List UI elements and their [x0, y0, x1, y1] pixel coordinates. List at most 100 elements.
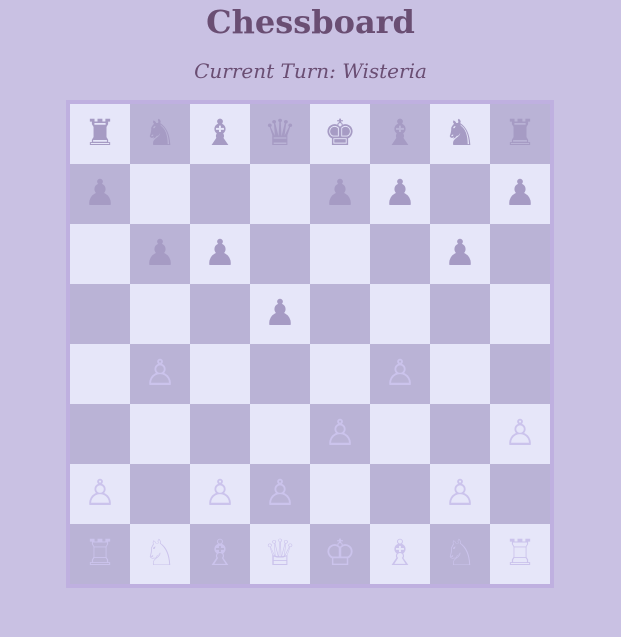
square-b5[interactable] [130, 284, 190, 344]
square-b7[interactable] [130, 164, 190, 224]
square-g1[interactable]: ♘ [430, 524, 490, 584]
square-e7[interactable]: ♟ [310, 164, 370, 224]
square-d5[interactable]: ♟ [250, 284, 310, 344]
square-d3[interactable] [250, 404, 310, 464]
square-g3[interactable] [430, 404, 490, 464]
square-h3[interactable]: ♙ [490, 404, 550, 464]
square-d8[interactable]: ♛ [250, 104, 310, 164]
white-rook-piece[interactable]: ♖ [504, 524, 536, 584]
black-pawn-piece[interactable]: ♟ [384, 164, 416, 224]
square-a8[interactable]: ♜ [70, 104, 130, 164]
white-knight-piece[interactable]: ♘ [444, 524, 476, 584]
white-bishop-piece[interactable]: ♗ [384, 524, 416, 584]
square-e1[interactable]: ♔ [310, 524, 370, 584]
square-f4[interactable]: ♙ [370, 344, 430, 404]
square-a4[interactable] [70, 344, 130, 404]
current-turn-indicator: Current Turn: Wisteria [194, 59, 427, 83]
square-b8[interactable]: ♞ [130, 104, 190, 164]
square-a7[interactable]: ♟ [70, 164, 130, 224]
white-pawn-piece[interactable]: ♙ [504, 404, 536, 464]
black-rook-piece[interactable]: ♜ [84, 104, 116, 164]
square-f3[interactable] [370, 404, 430, 464]
square-d7[interactable] [250, 164, 310, 224]
square-d6[interactable] [250, 224, 310, 284]
square-c6[interactable]: ♟ [190, 224, 250, 284]
square-b3[interactable] [130, 404, 190, 464]
square-a1[interactable]: ♖ [70, 524, 130, 584]
square-h5[interactable] [490, 284, 550, 344]
white-rook-piece[interactable]: ♖ [84, 524, 116, 584]
white-pawn-piece[interactable]: ♙ [84, 464, 116, 524]
square-g2[interactable]: ♙ [430, 464, 490, 524]
white-pawn-piece[interactable]: ♙ [384, 344, 416, 404]
black-pawn-piece[interactable]: ♟ [84, 164, 116, 224]
square-h8[interactable]: ♜ [490, 104, 550, 164]
black-pawn-piece[interactable]: ♟ [504, 164, 536, 224]
square-e4[interactable] [310, 344, 370, 404]
chessboard-frame: ♜ ♞ ♝ ♛ ♚ ♝ ♞ ♜ ♟ ♟ ♟ ♟ ♟ ♟ ♟ ♟ ♙ ♙ ♙ ♙ ♙ ♙ ♙ ♙ ♖ ♘ ♗ ♕ ♔ ♗ ♘ ♖ [66, 100, 554, 588]
black-king-piece[interactable]: ♚ [324, 104, 356, 164]
square-a2[interactable]: ♙ [70, 464, 130, 524]
black-pawn-piece[interactable]: ♟ [444, 224, 476, 284]
square-e8[interactable]: ♚ [310, 104, 370, 164]
square-b4[interactable]: ♙ [130, 344, 190, 404]
square-h2[interactable] [490, 464, 550, 524]
square-b2[interactable] [130, 464, 190, 524]
chessboard: ♜ ♞ ♝ ♛ ♚ ♝ ♞ ♜ ♟ ♟ ♟ ♟ ♟ ♟ ♟ ♟ ♙ ♙ ♙ ♙ ♙ ♙ ♙ ♙ ♖ ♘ ♗ ♕ ♔ ♗ ♘ ♖ [70, 104, 550, 584]
black-pawn-piece[interactable]: ♟ [264, 284, 296, 344]
square-c5[interactable] [190, 284, 250, 344]
black-queen-piece[interactable]: ♛ [264, 104, 296, 164]
square-e5[interactable] [310, 284, 370, 344]
white-king-piece[interactable]: ♔ [324, 524, 356, 584]
square-d4[interactable] [250, 344, 310, 404]
white-pawn-piece[interactable]: ♙ [144, 344, 176, 404]
square-c1[interactable]: ♗ [190, 524, 250, 584]
white-knight-piece[interactable]: ♘ [144, 524, 176, 584]
black-pawn-piece[interactable]: ♟ [144, 224, 176, 284]
square-h1[interactable]: ♖ [490, 524, 550, 584]
white-pawn-piece[interactable]: ♙ [444, 464, 476, 524]
white-pawn-piece[interactable]: ♙ [264, 464, 296, 524]
square-c8[interactable]: ♝ [190, 104, 250, 164]
square-e6[interactable] [310, 224, 370, 284]
black-knight-piece[interactable]: ♞ [144, 104, 176, 164]
square-c3[interactable] [190, 404, 250, 464]
square-h6[interactable] [490, 224, 550, 284]
square-e3[interactable]: ♙ [310, 404, 370, 464]
page-title: Chessboard [206, 3, 415, 41]
square-g8[interactable]: ♞ [430, 104, 490, 164]
square-f7[interactable]: ♟ [370, 164, 430, 224]
square-a5[interactable] [70, 284, 130, 344]
white-queen-piece[interactable]: ♕ [264, 524, 296, 584]
black-bishop-piece[interactable]: ♝ [204, 104, 236, 164]
square-b1[interactable]: ♘ [130, 524, 190, 584]
black-pawn-piece[interactable]: ♟ [204, 224, 236, 284]
black-rook-piece[interactable]: ♜ [504, 104, 536, 164]
square-h4[interactable] [490, 344, 550, 404]
square-c4[interactable] [190, 344, 250, 404]
black-knight-piece[interactable]: ♞ [444, 104, 476, 164]
square-d1[interactable]: ♕ [250, 524, 310, 584]
square-h7[interactable]: ♟ [490, 164, 550, 224]
white-pawn-piece[interactable]: ♙ [324, 404, 356, 464]
square-d2[interactable]: ♙ [250, 464, 310, 524]
square-c2[interactable]: ♙ [190, 464, 250, 524]
square-g7[interactable] [430, 164, 490, 224]
square-b6[interactable]: ♟ [130, 224, 190, 284]
black-pawn-piece[interactable]: ♟ [324, 164, 356, 224]
square-f5[interactable] [370, 284, 430, 344]
square-a6[interactable] [70, 224, 130, 284]
square-g4[interactable] [430, 344, 490, 404]
square-f1[interactable]: ♗ [370, 524, 430, 584]
square-g6[interactable]: ♟ [430, 224, 490, 284]
square-g5[interactable] [430, 284, 490, 344]
square-a3[interactable] [70, 404, 130, 464]
black-bishop-piece[interactable]: ♝ [384, 104, 416, 164]
square-f8[interactable]: ♝ [370, 104, 430, 164]
white-pawn-piece[interactable]: ♙ [204, 464, 236, 524]
square-e2[interactable] [310, 464, 370, 524]
square-f2[interactable] [370, 464, 430, 524]
white-bishop-piece[interactable]: ♗ [204, 524, 236, 584]
square-c7[interactable] [190, 164, 250, 224]
square-f6[interactable] [370, 224, 430, 284]
